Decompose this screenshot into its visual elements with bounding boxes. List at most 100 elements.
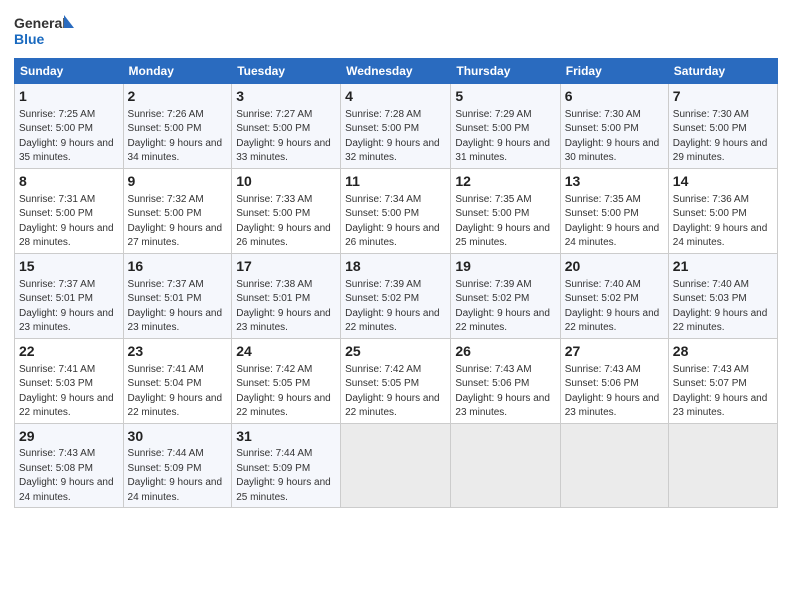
day-detail: Sunrise: 7:41 AMSunset: 5:04 PMDaylight:… [128,364,223,419]
day-detail: Sunrise: 7:35 AMSunset: 5:00 PMDaylight:… [565,194,660,249]
header-sunday: Sunday [15,59,124,84]
calendar-cell: 7 Sunrise: 7:30 AMSunset: 5:00 PMDayligh… [668,84,777,169]
calendar-cell: 28 Sunrise: 7:43 AMSunset: 5:07 PMDaylig… [668,338,777,423]
calendar-cell: 25 Sunrise: 7:42 AMSunset: 5:05 PMDaylig… [341,338,451,423]
day-detail: Sunrise: 7:42 AMSunset: 5:05 PMDaylight:… [236,364,331,419]
calendar-cell: 8 Sunrise: 7:31 AMSunset: 5:00 PMDayligh… [15,168,124,253]
day-detail: Sunrise: 7:43 AMSunset: 5:06 PMDaylight:… [565,364,660,419]
day-number: 22 [19,342,119,361]
calendar-cell: 15 Sunrise: 7:37 AMSunset: 5:01 PMDaylig… [15,253,124,338]
calendar-cell: 21 Sunrise: 7:40 AMSunset: 5:03 PMDaylig… [668,253,777,338]
day-number: 29 [19,427,119,446]
calendar-cell [560,423,668,508]
day-number: 6 [565,87,664,106]
day-detail: Sunrise: 7:43 AMSunset: 5:08 PMDaylight:… [19,448,114,503]
svg-text:Blue: Blue [14,31,45,47]
day-detail: Sunrise: 7:30 AMSunset: 5:00 PMDaylight:… [565,109,660,164]
calendar-week-row: 29 Sunrise: 7:43 AMSunset: 5:08 PMDaylig… [15,423,778,508]
header-tuesday: Tuesday [232,59,341,84]
weekday-header-row: Sunday Monday Tuesday Wednesday Thursday… [15,59,778,84]
day-number: 24 [236,342,336,361]
calendar-cell: 27 Sunrise: 7:43 AMSunset: 5:06 PMDaylig… [560,338,668,423]
day-detail: Sunrise: 7:32 AMSunset: 5:00 PMDaylight:… [128,194,223,249]
day-detail: Sunrise: 7:38 AMSunset: 5:01 PMDaylight:… [236,279,331,334]
day-number: 23 [128,342,228,361]
calendar-cell: 3 Sunrise: 7:27 AMSunset: 5:00 PMDayligh… [232,84,341,169]
calendar-cell: 1 Sunrise: 7:25 AMSunset: 5:00 PMDayligh… [15,84,124,169]
calendar-cell: 24 Sunrise: 7:42 AMSunset: 5:05 PMDaylig… [232,338,341,423]
calendar-cell: 26 Sunrise: 7:43 AMSunset: 5:06 PMDaylig… [451,338,560,423]
day-number: 5 [455,87,555,106]
day-number: 9 [128,172,228,191]
calendar-cell: 20 Sunrise: 7:40 AMSunset: 5:02 PMDaylig… [560,253,668,338]
day-detail: Sunrise: 7:33 AMSunset: 5:00 PMDaylight:… [236,194,331,249]
header-monday: Monday [123,59,232,84]
day-detail: Sunrise: 7:35 AMSunset: 5:00 PMDaylight:… [455,194,550,249]
calendar-cell [341,423,451,508]
page-container: General Blue Sunday Monday Tuesday Wedne… [0,0,792,518]
day-detail: Sunrise: 7:44 AMSunset: 5:09 PMDaylight:… [128,448,223,503]
calendar-cell: 12 Sunrise: 7:35 AMSunset: 5:00 PMDaylig… [451,168,560,253]
day-detail: Sunrise: 7:40 AMSunset: 5:03 PMDaylight:… [673,279,768,334]
day-number: 10 [236,172,336,191]
day-detail: Sunrise: 7:40 AMSunset: 5:02 PMDaylight:… [565,279,660,334]
day-detail: Sunrise: 7:29 AMSunset: 5:00 PMDaylight:… [455,109,550,164]
day-detail: Sunrise: 7:25 AMSunset: 5:00 PMDaylight:… [19,109,114,164]
header: General Blue [14,10,778,52]
day-detail: Sunrise: 7:31 AMSunset: 5:00 PMDaylight:… [19,194,114,249]
day-number: 8 [19,172,119,191]
logo-svg: General Blue [14,10,74,52]
day-detail: Sunrise: 7:37 AMSunset: 5:01 PMDaylight:… [128,279,223,334]
day-detail: Sunrise: 7:34 AMSunset: 5:00 PMDaylight:… [345,194,440,249]
day-number: 28 [673,342,773,361]
calendar-cell: 5 Sunrise: 7:29 AMSunset: 5:00 PMDayligh… [451,84,560,169]
day-detail: Sunrise: 7:42 AMSunset: 5:05 PMDaylight:… [345,364,440,419]
svg-text:General: General [14,15,66,31]
calendar-cell: 2 Sunrise: 7:26 AMSunset: 5:00 PMDayligh… [123,84,232,169]
logo: General Blue [14,10,74,52]
day-number: 18 [345,257,446,276]
day-number: 17 [236,257,336,276]
day-number: 16 [128,257,228,276]
header-friday: Friday [560,59,668,84]
day-number: 7 [673,87,773,106]
day-number: 4 [345,87,446,106]
calendar-cell: 6 Sunrise: 7:30 AMSunset: 5:00 PMDayligh… [560,84,668,169]
calendar-cell: 13 Sunrise: 7:35 AMSunset: 5:00 PMDaylig… [560,168,668,253]
calendar-cell: 10 Sunrise: 7:33 AMSunset: 5:00 PMDaylig… [232,168,341,253]
day-number: 3 [236,87,336,106]
day-number: 15 [19,257,119,276]
day-detail: Sunrise: 7:43 AMSunset: 5:06 PMDaylight:… [455,364,550,419]
day-number: 12 [455,172,555,191]
calendar-cell: 11 Sunrise: 7:34 AMSunset: 5:00 PMDaylig… [341,168,451,253]
day-number: 11 [345,172,446,191]
day-number: 13 [565,172,664,191]
calendar-cell: 29 Sunrise: 7:43 AMSunset: 5:08 PMDaylig… [15,423,124,508]
day-detail: Sunrise: 7:37 AMSunset: 5:01 PMDaylight:… [19,279,114,334]
day-number: 20 [565,257,664,276]
calendar-cell: 17 Sunrise: 7:38 AMSunset: 5:01 PMDaylig… [232,253,341,338]
day-number: 30 [128,427,228,446]
day-detail: Sunrise: 7:39 AMSunset: 5:02 PMDaylight:… [455,279,550,334]
day-detail: Sunrise: 7:26 AMSunset: 5:00 PMDaylight:… [128,109,223,164]
day-number: 26 [455,342,555,361]
day-detail: Sunrise: 7:27 AMSunset: 5:00 PMDaylight:… [236,109,331,164]
day-detail: Sunrise: 7:39 AMSunset: 5:02 PMDaylight:… [345,279,440,334]
day-number: 25 [345,342,446,361]
calendar-week-row: 8 Sunrise: 7:31 AMSunset: 5:00 PMDayligh… [15,168,778,253]
header-thursday: Thursday [451,59,560,84]
day-number: 2 [128,87,228,106]
calendar-week-row: 22 Sunrise: 7:41 AMSunset: 5:03 PMDaylig… [15,338,778,423]
header-wednesday: Wednesday [341,59,451,84]
calendar-cell [668,423,777,508]
day-number: 31 [236,427,336,446]
calendar-cell: 4 Sunrise: 7:28 AMSunset: 5:00 PMDayligh… [341,84,451,169]
calendar-cell: 9 Sunrise: 7:32 AMSunset: 5:00 PMDayligh… [123,168,232,253]
calendar-cell: 23 Sunrise: 7:41 AMSunset: 5:04 PMDaylig… [123,338,232,423]
calendar-cell: 30 Sunrise: 7:44 AMSunset: 5:09 PMDaylig… [123,423,232,508]
day-number: 19 [455,257,555,276]
calendar-cell: 16 Sunrise: 7:37 AMSunset: 5:01 PMDaylig… [123,253,232,338]
calendar-cell: 14 Sunrise: 7:36 AMSunset: 5:00 PMDaylig… [668,168,777,253]
calendar-cell: 18 Sunrise: 7:39 AMSunset: 5:02 PMDaylig… [341,253,451,338]
calendar-cell [451,423,560,508]
